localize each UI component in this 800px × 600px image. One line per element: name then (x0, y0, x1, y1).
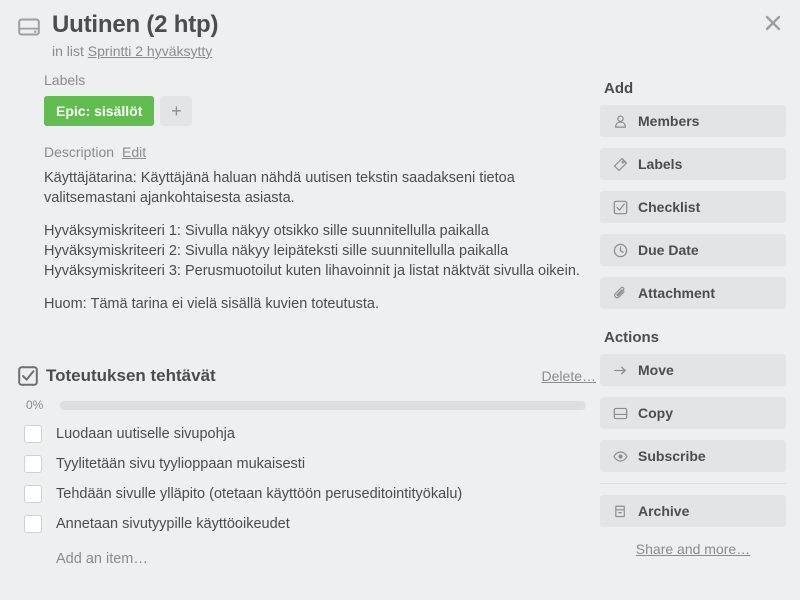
sidebar-item-label: Attachment (638, 285, 716, 301)
sidebar-item-archive[interactable]: Archive (600, 495, 786, 527)
progress-bar (60, 400, 586, 410)
labels-heading: Labels (44, 72, 86, 88)
in-list-line: in list Sprintti 2 hyväksytty (52, 43, 600, 59)
checklist-item-label: Annetaan sivutyypille käyttöoikeudet (56, 516, 290, 532)
add-checklist-item-button[interactable]: Add an item… (56, 551, 596, 567)
card-detail-window: Uutinen (2 htp) in list Sprintti 2 hyväk… (0, 0, 800, 600)
sidebar-item-checklist[interactable]: Checklist (600, 191, 786, 223)
checklist-item-label: Tehdään sivulle ylläpito (otetaan käyttö… (56, 486, 463, 502)
sidebar-add-heading: Add (604, 80, 634, 97)
paperclip-icon (612, 285, 628, 301)
checklist-items: Luodaan uutiselle sivupohja Tyylitetään … (18, 419, 596, 539)
checklist-header: Toteutuksen tehtävät Delete… (18, 366, 596, 386)
description-criteria: Hyväksymiskriteeri 1: Sivulla näkyy otsi… (44, 221, 594, 281)
sidebar-item-label: Due Date (638, 242, 699, 258)
card-icon (18, 18, 40, 36)
description-paragraph: Käyttäjätarina: Käyttäjänä haluan nähdä … (44, 170, 515, 206)
card-copy-icon (612, 405, 628, 421)
checklist-item-label: Luodaan uutiselle sivupohja (56, 426, 235, 442)
sidebar-item-label: Members (638, 113, 700, 129)
criteria-line-3: Hyväksymiskriteeri 3: Perusmuotoilut kut… (44, 263, 580, 279)
person-icon (612, 113, 628, 129)
eye-icon (612, 448, 628, 464)
label-chip-epic[interactable]: Epic: sisällöt (44, 96, 155, 126)
page-title: Uutinen (2 htp) (52, 11, 219, 38)
sidebar-item-attachment[interactable]: Attachment (600, 277, 786, 309)
close-icon (765, 15, 781, 31)
list-link[interactable]: Sprintti 2 hyväksytty (88, 43, 213, 59)
description-body[interactable]: Käyttäjätarina: Käyttäjänä haluan nähdä … (44, 168, 594, 314)
checklist-section: Toteutuksen tehtävät Delete… 0% Luodaan … (18, 366, 596, 567)
labels-row: Epic: sisällöt + (44, 96, 594, 126)
sidebar-item-label: Archive (638, 503, 690, 519)
sidebar-item-labels[interactable]: Labels (600, 148, 786, 180)
card-main-column: Labels Epic: sisällöt + Description Edit … (44, 72, 594, 314)
sidebar-item-label: Move (638, 362, 674, 378)
clock-icon (612, 242, 628, 258)
list-item[interactable]: Tehdään sivulle ylläpito (otetaan käyttö… (18, 479, 596, 509)
criteria-line-1: Hyväksymiskriteeri 1: Sivulla näkyy otsi… (44, 223, 489, 239)
checkbox-icon[interactable] (24, 425, 42, 443)
sidebar-item-members[interactable]: Members (600, 105, 786, 137)
checklist-title: Toteutuksen tehtävät (46, 366, 216, 385)
arrow-right-icon (612, 362, 628, 378)
sidebar-item-subscribe[interactable]: Subscribe (600, 440, 786, 472)
description-heading: Description (44, 144, 115, 160)
tag-icon (612, 156, 628, 172)
sidebar-item-label: Subscribe (638, 448, 706, 464)
sidebar-item-move[interactable]: Move (600, 354, 786, 386)
archive-icon (612, 503, 628, 519)
list-item[interactable]: Luodaan uutiselle sivupohja (18, 419, 596, 449)
close-button[interactable] (758, 8, 788, 38)
checkbox-icon[interactable] (24, 485, 42, 503)
sidebar-item-copy[interactable]: Copy (600, 397, 786, 429)
card-header: Uutinen (2 htp) in list Sprintti 2 hyväk… (18, 10, 600, 59)
list-item[interactable]: Annetaan sivutyypille käyttöoikeudet (18, 509, 596, 539)
description-note: Huom: Tämä tarina ei vielä sisällä kuvie… (44, 296, 380, 312)
checklist-item-label: Tyylitetään sivu tyylioppaan mukaisesti (56, 456, 306, 472)
checkbox-icon[interactable] (24, 455, 42, 473)
list-item[interactable]: Tyylitetään sivu tyylioppaan mukaisesti (18, 449, 596, 479)
add-label-button[interactable]: + (160, 96, 193, 126)
criteria-line-2: Hyväksymiskriteeri 2: Sivulla näkyy leip… (44, 243, 509, 259)
delete-checklist-link[interactable]: Delete… (542, 368, 596, 384)
share-and-more-link[interactable]: Share and more… (600, 541, 786, 557)
progress-percent: 0% (26, 398, 44, 412)
description-heading-row: Description Edit (44, 144, 594, 160)
sidebar: Add Members Labels Checklist Due Date At… (600, 80, 786, 557)
checklist-progress: 0% (26, 398, 596, 412)
checkbox-icon (612, 199, 628, 215)
checklist-icon (18, 366, 38, 386)
sidebar-item-due-date[interactable]: Due Date (600, 234, 786, 266)
sidebar-item-label: Checklist (638, 199, 701, 215)
sidebar-item-label: Copy (638, 405, 673, 421)
sidebar-divider (600, 483, 786, 484)
in-list-prefix: in list (52, 43, 84, 59)
edit-description-link[interactable]: Edit (122, 144, 146, 160)
sidebar-actions-heading: Actions (604, 329, 660, 346)
sidebar-item-label: Labels (638, 156, 683, 172)
checkbox-icon[interactable] (24, 515, 42, 533)
